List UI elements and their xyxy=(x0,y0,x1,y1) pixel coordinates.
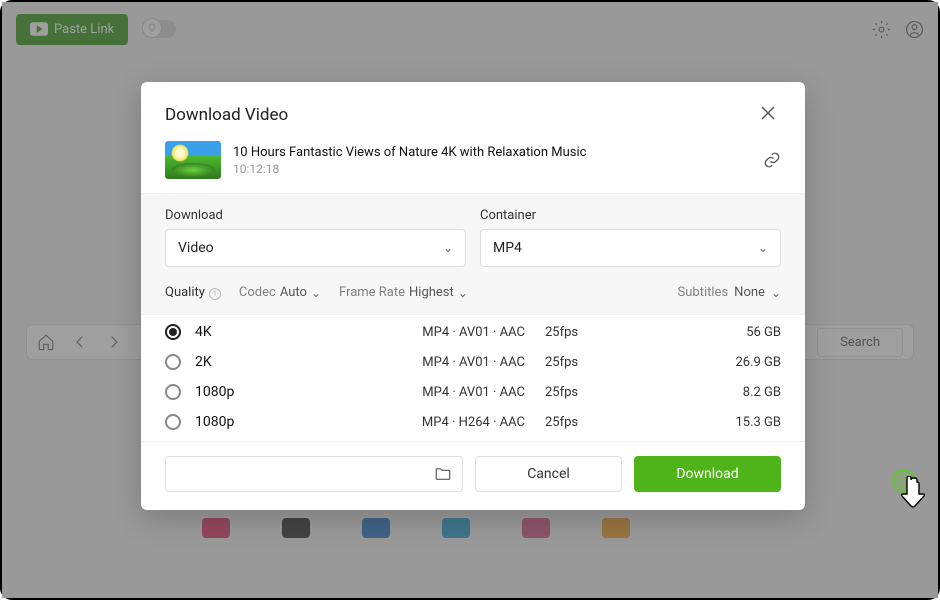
folder-icon xyxy=(434,465,452,483)
cancel-button[interactable]: Cancel xyxy=(475,456,622,492)
quality-option[interactable]: 4K MP4 · AV01 · AAC 25fps 56 GB xyxy=(165,317,781,347)
video-title: 10 Hours Fantastic Views of Nature 4K wi… xyxy=(233,145,751,160)
radio-unselected xyxy=(165,384,181,400)
modal-title: Download Video xyxy=(165,105,288,125)
radio-unselected xyxy=(165,414,181,430)
link-icon[interactable] xyxy=(763,151,781,169)
chevron-down-icon: ⌄ xyxy=(771,286,781,300)
video-thumbnail xyxy=(165,141,221,179)
subtitles-select[interactable]: Subtitles None ⌄ xyxy=(678,285,781,300)
chevron-down-icon: ⌄ xyxy=(758,241,768,255)
video-info-row: 10 Hours Fantastic Views of Nature 4K wi… xyxy=(141,141,805,194)
quality-label: Qualityi xyxy=(165,285,221,300)
quality-option[interactable]: 1080p MP4 · AV01 · AAC 25fps 8.2 GB xyxy=(165,377,781,407)
quality-list: 4K MP4 · AV01 · AAC 25fps 56 GB 2K MP4 ·… xyxy=(141,314,805,441)
video-duration: 10:12:18 xyxy=(233,162,751,176)
close-button[interactable] xyxy=(755,102,781,127)
codec-select[interactable]: Codec Auto⌄ xyxy=(239,285,321,300)
folder-input[interactable] xyxy=(165,456,463,492)
quality-option[interactable]: 1080p MP4 · H264 · AAC 25fps 15.3 GB xyxy=(165,407,781,437)
download-modal: Download Video 10 Hours Fantastic Views … xyxy=(141,82,805,510)
download-button[interactable]: Download xyxy=(634,456,781,492)
download-type-select[interactable]: Video ⌄ xyxy=(165,229,466,267)
radio-selected xyxy=(165,324,181,340)
quality-bar: Qualityi Codec Auto⌄ Frame Rate Highest⌄… xyxy=(141,281,805,314)
close-icon xyxy=(761,106,775,120)
chevron-down-icon: ⌄ xyxy=(311,286,321,300)
quality-option[interactable]: 2K MP4 · AV01 · AAC 25fps 26.9 GB xyxy=(165,347,781,377)
info-icon[interactable]: i xyxy=(209,288,221,300)
chevron-down-icon: ⌄ xyxy=(443,241,453,255)
framerate-select[interactable]: Frame Rate Highest⌄ xyxy=(339,285,468,300)
container-select[interactable]: MP4 ⌄ xyxy=(480,229,781,267)
radio-unselected xyxy=(165,354,181,370)
download-type-label: Download xyxy=(165,208,466,223)
container-label: Container xyxy=(480,208,781,223)
chevron-down-icon: ⌄ xyxy=(458,286,468,300)
